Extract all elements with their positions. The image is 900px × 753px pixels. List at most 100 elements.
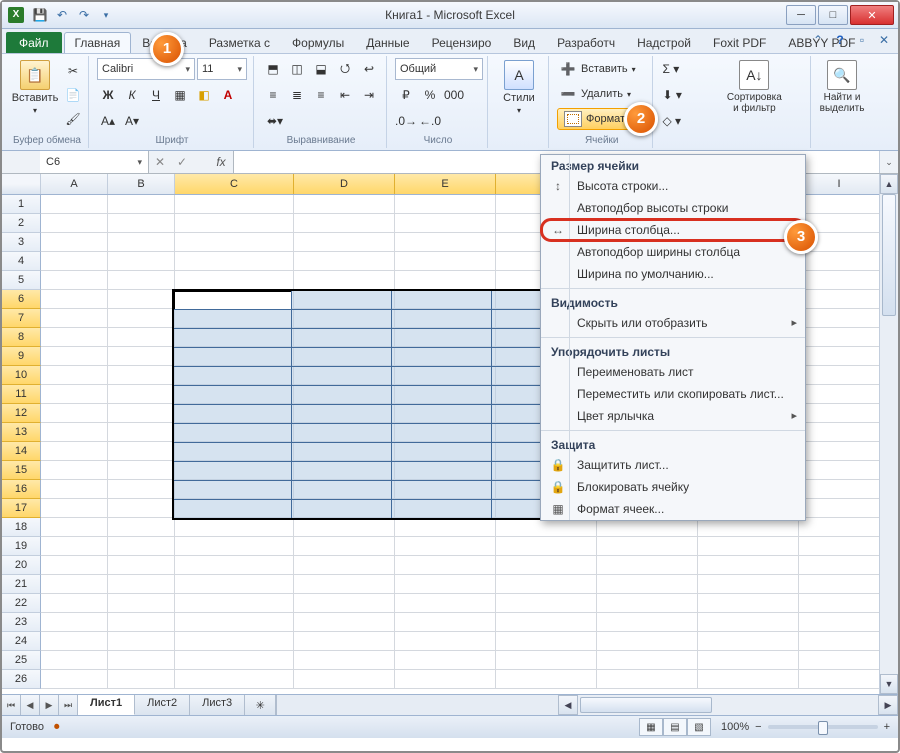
- cell[interactable]: [41, 309, 108, 328]
- cell[interactable]: [108, 214, 175, 233]
- cell[interactable]: [294, 214, 395, 233]
- cell[interactable]: [175, 670, 294, 689]
- sheet-tab-1[interactable]: Лист1: [78, 695, 135, 715]
- cell[interactable]: [395, 461, 496, 480]
- cell[interactable]: [108, 385, 175, 404]
- cell[interactable]: [41, 385, 108, 404]
- maximize-button[interactable]: □: [818, 5, 848, 25]
- row-header[interactable]: 14: [2, 442, 41, 461]
- cell[interactable]: [799, 461, 880, 480]
- cell[interactable]: [175, 385, 294, 404]
- align-top-icon[interactable]: ⬒: [262, 58, 284, 80]
- cell[interactable]: [395, 651, 496, 670]
- cell[interactable]: [294, 366, 395, 385]
- find-select-button[interactable]: 🔍 Найти и выделить: [819, 58, 865, 116]
- cell[interactable]: [395, 423, 496, 442]
- cell[interactable]: [799, 271, 880, 290]
- cell[interactable]: [799, 575, 880, 594]
- cell[interactable]: [799, 594, 880, 613]
- cell[interactable]: [496, 670, 597, 689]
- cell[interactable]: [294, 537, 395, 556]
- cell[interactable]: [108, 195, 175, 214]
- menu-item[interactable]: Переименовать лист: [541, 361, 805, 383]
- cell[interactable]: [108, 290, 175, 309]
- increase-indent-icon[interactable]: ⇥: [358, 84, 380, 106]
- cell[interactable]: [108, 613, 175, 632]
- orientation-icon[interactable]: ⭯: [334, 58, 356, 80]
- col-header-I[interactable]: I: [799, 174, 880, 194]
- cell[interactable]: [799, 651, 880, 670]
- cell[interactable]: [294, 423, 395, 442]
- row-header[interactable]: 23: [2, 613, 41, 632]
- cell[interactable]: [597, 556, 698, 575]
- cell[interactable]: [175, 442, 294, 461]
- comma-icon[interactable]: 000: [443, 84, 465, 106]
- insert-cells-button[interactable]: ➕Вставить▾: [557, 58, 636, 80]
- cell[interactable]: [108, 499, 175, 518]
- view-layout-icon[interactable]: ▤: [663, 718, 687, 736]
- tab-formulas[interactable]: Формулы: [281, 32, 355, 53]
- scroll-thumb[interactable]: [882, 194, 896, 316]
- menu-item[interactable]: 🔒Защитить лист...: [541, 454, 805, 476]
- row-header[interactable]: 8: [2, 328, 41, 347]
- col-header-E[interactable]: E: [395, 174, 496, 194]
- cell[interactable]: [108, 442, 175, 461]
- cell[interactable]: [294, 290, 395, 309]
- new-sheet-button[interactable]: ✳: [245, 695, 276, 715]
- row-header[interactable]: 13: [2, 423, 41, 442]
- cell[interactable]: [108, 670, 175, 689]
- border-icon[interactable]: ▦: [169, 84, 191, 106]
- cell[interactable]: [108, 423, 175, 442]
- cell[interactable]: [496, 594, 597, 613]
- cell[interactable]: [41, 195, 108, 214]
- cell[interactable]: [294, 632, 395, 651]
- col-header-D[interactable]: D: [294, 174, 395, 194]
- cell[interactable]: [108, 575, 175, 594]
- cell[interactable]: [799, 385, 880, 404]
- cell[interactable]: [395, 328, 496, 347]
- cell[interactable]: [175, 537, 294, 556]
- expand-formula-icon[interactable]: ⌄: [879, 151, 898, 173]
- row-header[interactable]: 7: [2, 309, 41, 328]
- cell[interactable]: [496, 632, 597, 651]
- cell[interactable]: [175, 575, 294, 594]
- cell[interactable]: [496, 651, 597, 670]
- row-header[interactable]: 18: [2, 518, 41, 537]
- enter-formula-icon[interactable]: ✓: [171, 151, 193, 173]
- row-header[interactable]: 25: [2, 651, 41, 670]
- cell[interactable]: [41, 271, 108, 290]
- cell[interactable]: [395, 404, 496, 423]
- cell[interactable]: [108, 537, 175, 556]
- menu-item[interactable]: Переместить или скопировать лист...: [541, 383, 805, 405]
- scroll-down-icon[interactable]: ▼: [880, 674, 898, 694]
- workbook-close-icon[interactable]: ✕: [876, 32, 892, 48]
- row-header[interactable]: 4: [2, 252, 41, 271]
- cell[interactable]: [294, 556, 395, 575]
- cell[interactable]: [294, 252, 395, 271]
- cell[interactable]: [41, 480, 108, 499]
- cell[interactable]: [41, 366, 108, 385]
- cell[interactable]: [395, 632, 496, 651]
- cell[interactable]: [41, 347, 108, 366]
- tab-data[interactable]: Данные: [355, 32, 420, 53]
- cell[interactable]: [175, 214, 294, 233]
- cell[interactable]: [108, 366, 175, 385]
- cell[interactable]: [41, 404, 108, 423]
- fx-icon[interactable]: fx: [209, 151, 234, 173]
- menu-item[interactable]: ↕Высота строки...: [541, 175, 805, 197]
- bold-icon[interactable]: Ж: [97, 84, 119, 106]
- row-header[interactable]: 21: [2, 575, 41, 594]
- cell[interactable]: [41, 613, 108, 632]
- cell[interactable]: [698, 594, 799, 613]
- cell[interactable]: [294, 613, 395, 632]
- cell[interactable]: [108, 632, 175, 651]
- align-middle-icon[interactable]: ◫: [286, 58, 308, 80]
- row-header[interactable]: 11: [2, 385, 41, 404]
- row-header[interactable]: 2: [2, 214, 41, 233]
- cell[interactable]: [175, 347, 294, 366]
- zoom-control[interactable]: 100% − +: [721, 721, 890, 733]
- cell[interactable]: [175, 518, 294, 537]
- row-header[interactable]: 10: [2, 366, 41, 385]
- cell[interactable]: [395, 518, 496, 537]
- cell[interactable]: [108, 271, 175, 290]
